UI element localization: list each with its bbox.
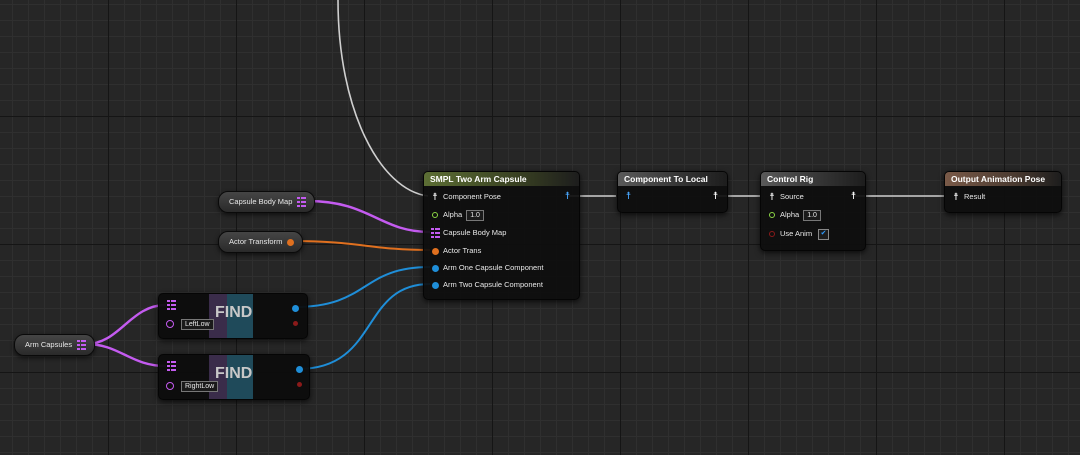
- find-key-field[interactable]: RightLow: [181, 381, 219, 392]
- find-title: FIND: [215, 365, 253, 382]
- object-dot-icon[interactable]: [296, 366, 303, 373]
- key-pin-icon[interactable]: [166, 320, 174, 328]
- pose-wire-incoming[interactable]: [337, 0, 429, 197]
- array-grid-icon[interactable]: [77, 340, 87, 350]
- variable-label: Arm Capsules: [25, 340, 73, 349]
- pose-figure-icon[interactable]: ☨: [430, 192, 440, 203]
- array-grid-icon[interactable]: [167, 300, 176, 310]
- object-wire-arm-two[interactable]: [297, 283, 431, 370]
- pose-figure-icon[interactable]: ☨: [951, 192, 961, 203]
- pin-actor-trans[interactable]: Actor Trans: [430, 245, 481, 257]
- pin-result[interactable]: ☨ Result: [951, 191, 985, 203]
- struct-wire-actor-transform[interactable]: [291, 240, 431, 251]
- pin-label: Alpha: [780, 210, 800, 219]
- array-wire-bodymap[interactable]: [307, 199, 431, 234]
- node-title: Output Animation Pose: [945, 172, 1061, 186]
- pin-label: Actor Trans: [443, 246, 482, 255]
- pin-alpha[interactable]: Alpha 1.0: [767, 209, 821, 221]
- variable-label: Actor Transform: [229, 237, 283, 246]
- array-wire-to-find-right[interactable]: [85, 342, 167, 368]
- capsule-body-map-variable[interactable]: Capsule Body Map: [218, 191, 316, 213]
- struct-dot-icon[interactable]: [431, 247, 439, 255]
- pin-label: Arm Two Capsule Component: [443, 280, 543, 289]
- array-grid-icon[interactable]: [297, 197, 307, 207]
- pin-label: Source: [780, 192, 804, 201]
- pin-label: Arm One Capsule Component: [443, 263, 544, 272]
- blueprint-graph-canvas[interactable]: Capsule Body Map Actor Transform Arm Cap…: [0, 0, 1080, 455]
- pin-label: Capsule Body Map: [443, 228, 507, 237]
- actor-transform-variable[interactable]: Actor Transform: [218, 231, 304, 253]
- pose-figure-icon[interactable]: ☨: [562, 191, 573, 202]
- array-grid-icon[interactable]: [430, 228, 440, 238]
- pin-alpha[interactable]: Alpha 1.0: [430, 209, 484, 221]
- output-animation-pose-node[interactable]: Output Animation Pose ☨ Result: [944, 171, 1062, 213]
- array-wire-to-find-left[interactable]: [85, 303, 167, 346]
- find-title: FIND: [215, 304, 253, 321]
- alpha-value-field[interactable]: 1.0: [466, 209, 484, 221]
- pin-label: Component Pose: [443, 192, 501, 201]
- variable-label: Capsule Body Map: [229, 197, 293, 206]
- pin-arm-one-capsule[interactable]: Arm One Capsule Component: [430, 262, 543, 274]
- pin-label: Use Anim: [780, 229, 813, 238]
- node-title: Component To Local: [618, 172, 727, 186]
- pin-source[interactable]: ☨ Source: [767, 191, 804, 203]
- array-grid-icon[interactable]: [167, 361, 176, 371]
- bool-dot-icon[interactable]: [297, 382, 302, 387]
- pose-figure-icon[interactable]: ☨: [623, 191, 634, 202]
- float-ring-icon[interactable]: [432, 212, 438, 218]
- node-title: Control Rig: [761, 172, 865, 186]
- pose-figure-icon[interactable]: ☨: [848, 191, 859, 202]
- smpl-two-arm-capsule-node[interactable]: SMPL Two Arm Capsule ☨ Component Pose ☨ …: [423, 171, 580, 300]
- pose-figure-icon[interactable]: ☨: [767, 192, 777, 203]
- key-pin-icon[interactable]: [166, 382, 174, 390]
- find-node-right[interactable]: FIND RightLow: [158, 354, 310, 400]
- control-rig-node[interactable]: Control Rig ☨ Source ☨ Alpha 1.0 Use Ani…: [760, 171, 866, 251]
- pin-arm-two-capsule[interactable]: Arm Two Capsule Component: [430, 279, 543, 291]
- alpha-value-field[interactable]: 1.0: [803, 209, 821, 221]
- use-anim-checkbox[interactable]: ✔: [818, 228, 830, 240]
- bool-ring-icon[interactable]: [769, 231, 775, 237]
- pose-figure-icon[interactable]: ☨: [710, 191, 721, 202]
- object-dot-icon[interactable]: [431, 264, 439, 272]
- arm-capsules-variable[interactable]: Arm Capsules: [14, 334, 96, 356]
- pin-label: Alpha: [443, 210, 463, 219]
- bool-dot-icon[interactable]: [293, 321, 298, 326]
- pin-use-anim[interactable]: Use Anim ✔: [767, 228, 830, 240]
- pin-component-pose[interactable]: ☨ Component Pose: [430, 191, 501, 203]
- object-dot-icon[interactable]: [292, 305, 299, 312]
- find-node-left[interactable]: FIND LeftLow: [158, 293, 308, 339]
- component-to-local-node[interactable]: Component To Local ☨ ☨: [617, 171, 728, 213]
- node-title: SMPL Two Arm Capsule: [424, 172, 579, 186]
- find-key-field[interactable]: LeftLow: [181, 319, 214, 330]
- struct-dot-icon[interactable]: [287, 238, 295, 246]
- pin-capsule-body-map[interactable]: Capsule Body Map: [430, 227, 506, 239]
- object-dot-icon[interactable]: [431, 281, 439, 289]
- pin-label: Result: [964, 192, 986, 201]
- float-ring-icon[interactable]: [769, 212, 775, 218]
